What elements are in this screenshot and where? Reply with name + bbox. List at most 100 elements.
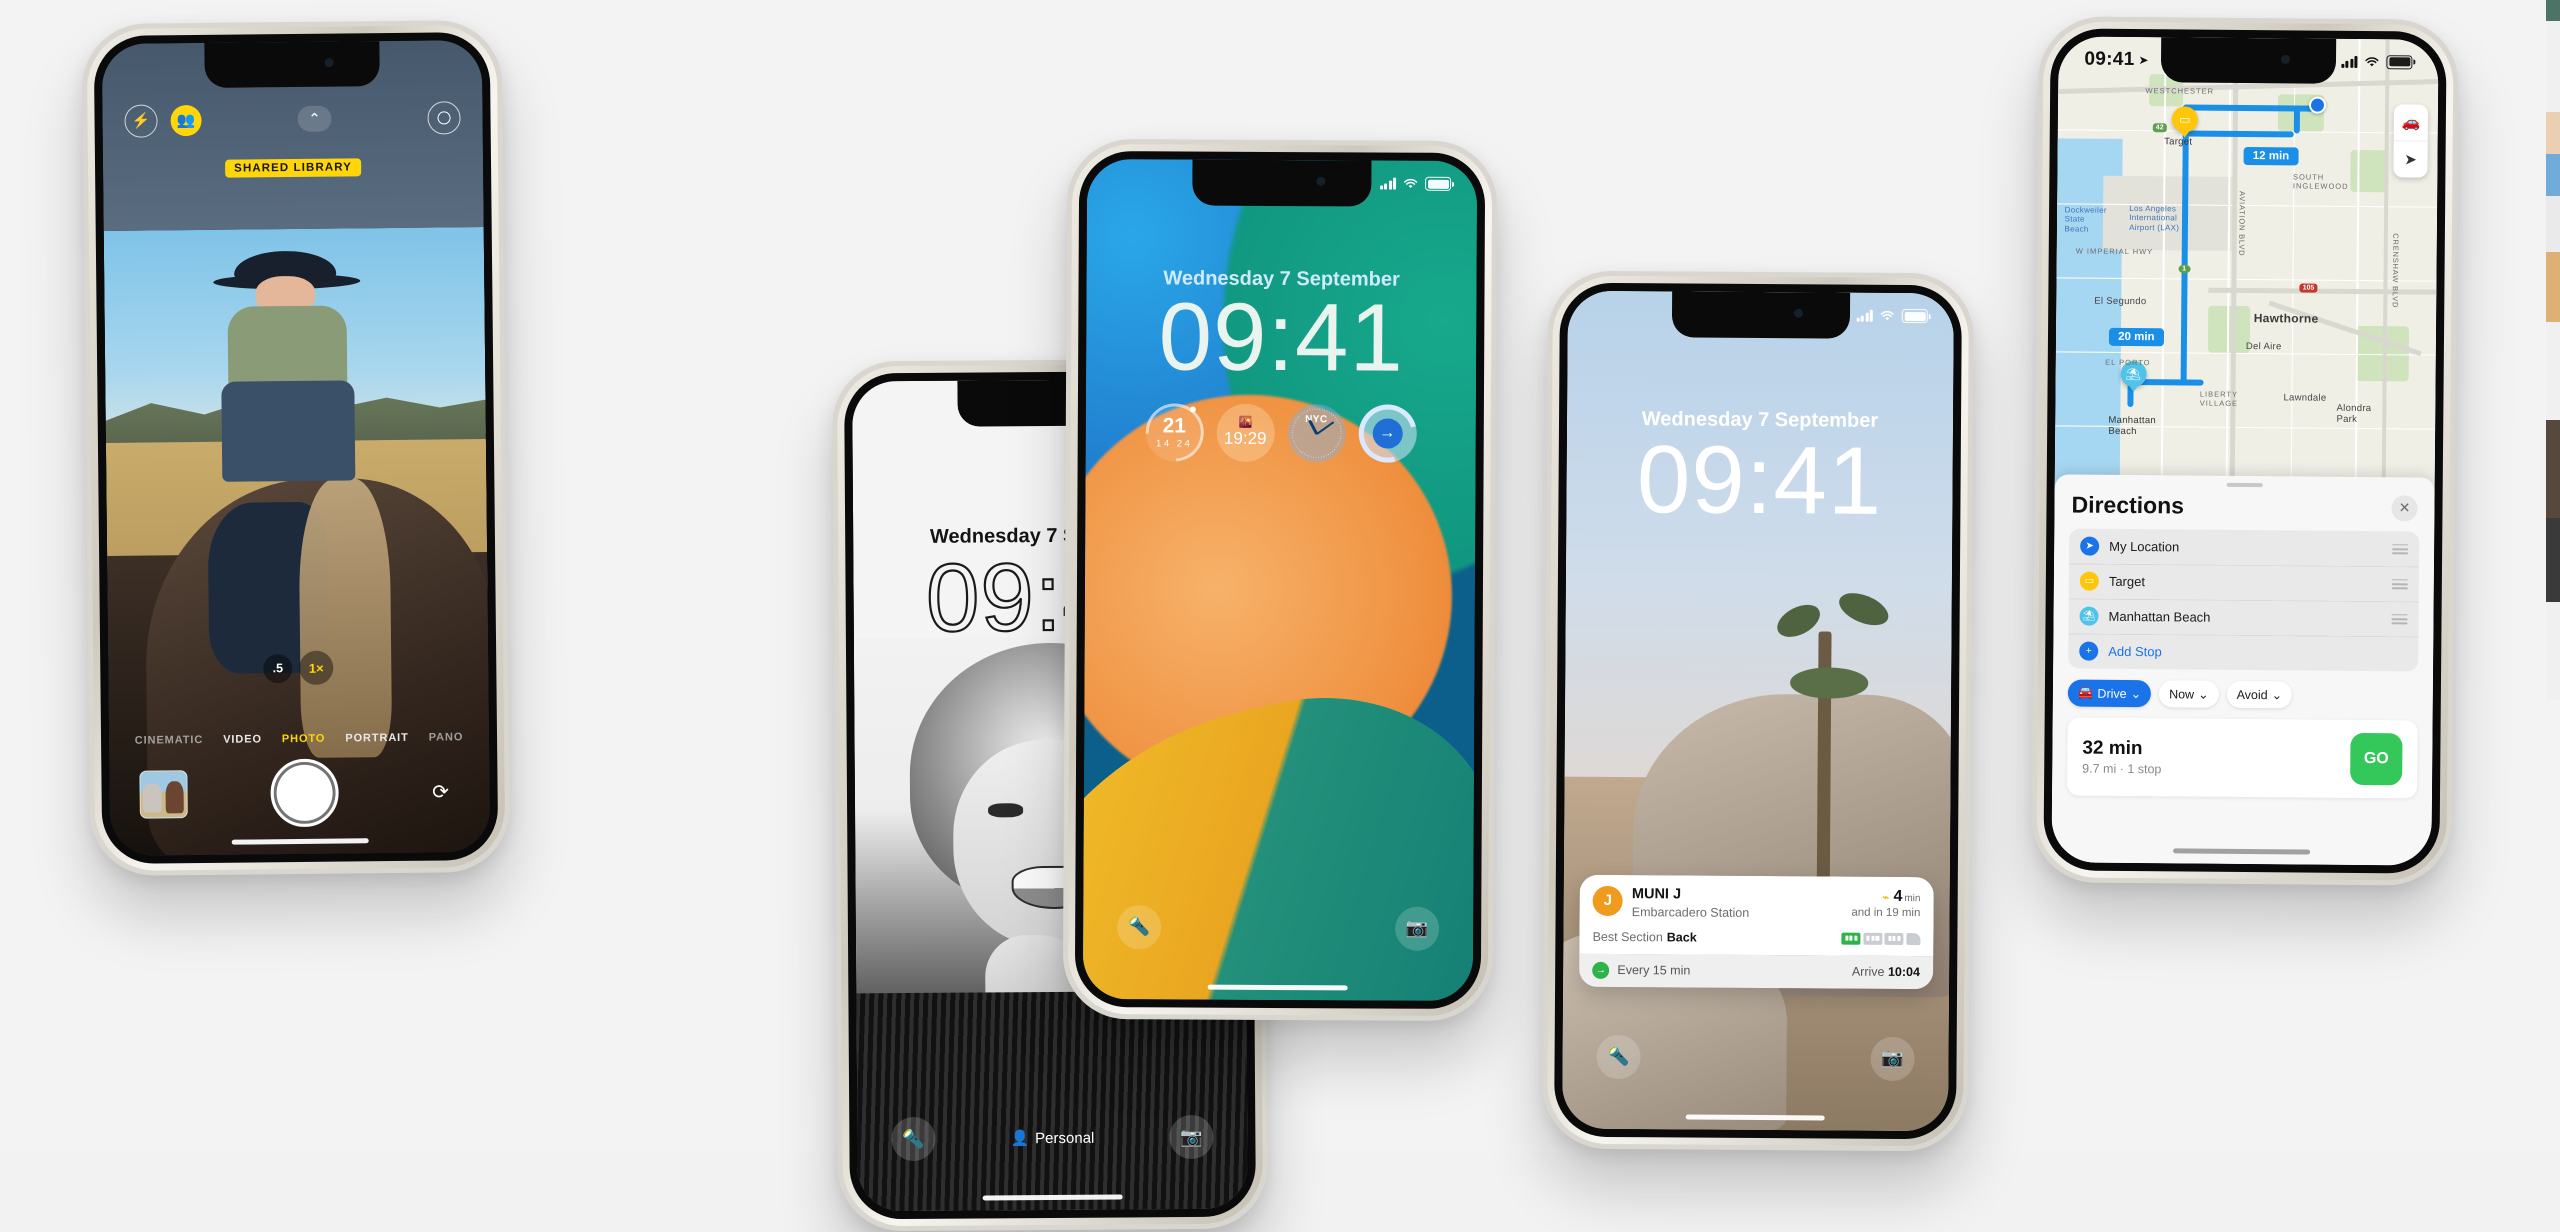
directions-sheet: Directions ✕ ➤ My Location ▭ Target ⛱ Ma… [2051,474,2435,866]
mode-photo[interactable]: PHOTO [282,732,326,744]
camera-icon[interactable]: 📷 [1870,1036,1915,1082]
car-icon[interactable]: 🚗 [2394,104,2428,140]
focus-mode-chip[interactable]: 👤 Personal [1010,1129,1094,1148]
branch-right [1834,586,1894,632]
crenshaw-blvd [2381,39,2390,502]
cellular-signal-icon [1856,309,1873,322]
mode-portrait[interactable]: PORTRAIT [345,731,409,744]
lock-clock: 09:41 [1158,283,1405,392]
weather-range: 14 24 [1156,437,1193,450]
flash-icon[interactable]: ⚡ [124,104,158,138]
maps-screen: ▭ ⛱ 12 min 20 min 42 105 1 WESTCHESTER T… [2051,36,2439,866]
car-1 [1841,932,1861,945]
focus-label: Personal [1035,1129,1095,1147]
flashlight-icon[interactable]: 🔦 [1596,1034,1641,1080]
home-indicator[interactable] [1685,1114,1825,1121]
close-icon[interactable]: ✕ [2391,495,2418,522]
line-name: MUNI J [1631,885,1682,903]
drive-filter[interactable]: 🚘 Drive ⌄ [2067,679,2152,708]
ocean-lower [2055,286,2148,500]
lock-clock: 09:41 [1636,425,1883,535]
sunset-widget[interactable]: 🌇 19:29 [1216,403,1275,462]
reorder-handle-icon[interactable] [2392,544,2409,555]
mode-cinematic[interactable]: CINEMATIC [135,734,204,747]
shared-library-icon[interactable]: 👥 [170,104,202,136]
status-icons [1379,176,1452,191]
capture-settings-icon[interactable] [427,100,461,135]
eta-badge-20[interactable]: 20 min [2109,328,2164,347]
lock-widget-row: 21 14 24 🌇 19:29 NYC → [1086,391,1476,474]
camera-viewfinder[interactable]: .5 1× CINEMATIC VIDEO PHOTO PORTRAIT PAN… [103,226,491,856]
phone-lock-transit: 09:41 Wednesday 7 September 09:41 [1541,270,1975,1152]
flip-camera-icon[interactable]: ⟳ [421,773,459,811]
flashlight-icon[interactable]: 🔦 [891,1117,936,1162]
eta-badge-12[interactable]: 12 min [2243,146,2299,166]
add-stop-item[interactable]: + Add Stop [2068,634,2418,672]
list-item[interactable]: ⛱ Manhattan Beach [2068,599,2418,637]
shutter-button[interactable] [270,758,339,828]
eta-unit: min [1904,892,1921,905]
label-el-porto: EL PORTO [2105,358,2151,368]
mode-video[interactable]: VIDEO [223,733,262,745]
camera-icon[interactable]: 📷 [1169,1115,1214,1160]
camera-icon[interactable]: 📷 [1395,906,1440,951]
park-3 [2207,305,2251,353]
person-icon: 👤 [1010,1130,1030,1148]
lock-bottom-bar: 🔦 📷 [1083,901,1473,955]
activity-widget[interactable]: → [1347,393,1427,473]
weather-widget[interactable]: 21 14 24 [1133,391,1216,474]
status-bar: 09:41 ➤ [2058,36,2438,85]
transit-widget[interactable]: J MUNI J Embarcadero Station ⌁ 4 min and… [1579,874,1934,989]
route-shield-42: 42 [2152,122,2167,132]
sheet-header: Directions ✕ [2054,486,2434,532]
live-icon: ⌁ [1882,891,1890,904]
world-clock-widget[interactable]: NYC [1287,403,1346,462]
time-filter[interactable]: Now ⌄ [2158,680,2219,709]
joshua-tree [1749,577,1905,880]
camera-viewport: ⚡ 👥 ⌃ SHARED LIBRARY .5 1× CINEMATIC VID… [101,40,491,856]
shared-library-badge: SHARED LIBRARY [225,158,362,178]
status-icons [2340,54,2413,70]
cellular-signal-icon [1379,177,1397,190]
stop-label: Target [2108,574,2146,590]
transit-eta-block: ⌁ 4 min and in 19 min [1851,888,1920,919]
frequency: Every 15 min [1617,963,1691,978]
status-time: 09:41 [2084,48,2135,70]
label-aviation-blvd: AVIATION BLVD [2237,190,2247,257]
reorder-handle-icon[interactable] [2391,579,2408,590]
temperature-marker [1189,406,1196,413]
route-summary-card[interactable]: 32 min 9.7 mi · 1 stop GO [2066,717,2418,799]
route-shield-1: 1 [2178,264,2191,274]
go-button[interactable]: GO [2350,733,2403,786]
avoid-filter[interactable]: Avoid ⌄ [2226,681,2293,709]
reorder-handle-icon[interactable] [2391,614,2408,625]
mode-pano[interactable]: PANO [429,731,464,743]
beach-icon: ⛱ [2125,366,2141,381]
chevron-up-icon[interactable]: ⌃ [297,105,332,133]
map-canvas[interactable]: ▭ ⛱ 12 min 20 min 42 105 1 WESTCHESTER T… [2054,36,2439,503]
flashlight-icon[interactable]: 🔦 [1117,904,1162,950]
camera-screen: ⚡ 👥 ⌃ SHARED LIBRARY .5 1× CINEMATIC VID… [101,40,491,856]
transit-section-row: Best Section Back [1593,929,1921,945]
home-indicator[interactable] [982,1194,1124,1201]
target-pin[interactable]: ▭ [2171,106,2199,133]
locate-icon[interactable]: ➤ [2393,140,2428,178]
route-top2 [2183,129,2294,137]
label-el-segundo: El Segundo [2094,295,2147,308]
status-icons [1856,309,1928,324]
zoom-1x[interactable]: 1× [299,650,334,686]
list-item[interactable]: ▭ Target [2069,564,2419,602]
chevron-down-icon: ⌄ [2130,687,2142,702]
transit-primary: J MUNI J Embarcadero Station ⌁ 4 min and… [1579,874,1934,956]
store-icon: ▭ [2179,112,2191,127]
home-indicator[interactable] [1207,984,1349,991]
user-location-dot [2308,96,2326,114]
wifi-icon [1880,311,1894,321]
wifi-icon [2365,56,2379,67]
offscreen-adjacent-image [2546,0,2560,700]
list-item[interactable]: ➤ My Location [2069,529,2419,567]
battery-icon [1901,309,1928,324]
last-photo-thumbnail[interactable] [139,770,188,820]
zoom-0.5x[interactable]: .5 [263,653,293,684]
label-crenshaw-blvd: CRENSHAW BLVD [2390,233,2401,309]
